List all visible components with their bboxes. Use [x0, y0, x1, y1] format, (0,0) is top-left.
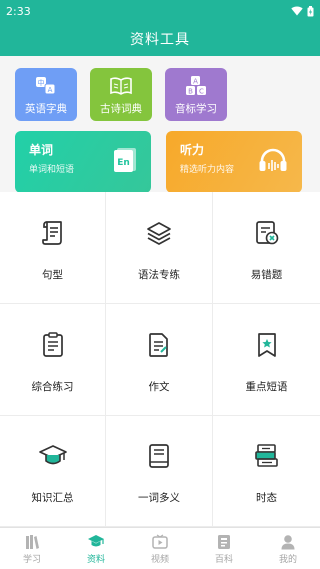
page-title: 资料工具: [130, 32, 190, 48]
shortcut-label: 音标学习: [175, 102, 217, 115]
bottom-nav: 学习 资料 视频 百科 我的: [0, 527, 320, 569]
feature-card-listening[interactable]: 听力 精选听力内容: [166, 131, 302, 193]
feature-card-words[interactable]: 单词 单词和短语 En: [15, 131, 151, 193]
nav-label: 百科: [214, 554, 233, 565]
video-icon: [152, 533, 168, 551]
tool-grid: 句型 语法专练 易错题 综合练习 作文 重点短语 知识汇总 一词多义 时态: [0, 192, 320, 527]
shortcut-row: 中A 英语字典 古诗词典 ABC 音标学习: [15, 68, 306, 121]
grid-item-label: 重点短语: [245, 380, 288, 393]
nav-label: 视频: [150, 554, 169, 565]
grid-item-sentence-patterns[interactable]: 句型: [0, 192, 106, 304]
svg-text:A: A: [193, 77, 198, 85]
encyclopedia-icon: [216, 533, 232, 551]
abc-blocks-icon: ABC: [185, 74, 207, 98]
error-doc-icon: [254, 218, 280, 248]
nav-item-profile[interactable]: 我的: [256, 528, 320, 569]
nav-item-encyclopedia[interactable]: 百科: [192, 528, 256, 569]
book-stack-icon: [254, 441, 280, 471]
status-bar: 2:33: [0, 0, 320, 22]
translate-icon: 中A: [35, 74, 57, 98]
graduation-cap-icon: [87, 533, 105, 551]
grid-item-label: 一词多义: [138, 492, 180, 504]
grid-item-label: 时态: [256, 492, 277, 504]
svg-text:C: C: [199, 87, 204, 95]
grid-item-knowledge-summary[interactable]: 知识汇总: [0, 416, 106, 527]
grid-item-label: 易错题: [250, 268, 283, 281]
grid-item-label: 句型: [42, 268, 63, 281]
grid-item-label: 综合练习: [31, 380, 74, 393]
document-icon: [147, 330, 171, 360]
layers-icon: [146, 218, 172, 248]
feature-row: 单词 单词和短语 En 听力 精选听力内容: [15, 131, 306, 193]
grid-item-key-phrases[interactable]: 重点短语: [213, 304, 320, 416]
app-bar: 资料工具: [0, 22, 320, 56]
grid-item-composition[interactable]: 作文: [106, 304, 213, 416]
grid-item-label: 知识汇总: [31, 492, 74, 504]
svg-text:中: 中: [38, 78, 45, 87]
svg-text:A: A: [48, 86, 53, 94]
shortcut-english-dictionary[interactable]: 中A 英语字典: [15, 68, 77, 121]
headphones-icon: [258, 147, 288, 177]
graduation-cap-icon: [38, 441, 68, 471]
grid-item-practice[interactable]: 综合练习: [0, 304, 106, 416]
grid-item-polysemy[interactable]: 一词多义: [106, 416, 213, 527]
nav-item-study[interactable]: 学习: [0, 528, 64, 569]
bookmark-star-icon: [256, 330, 278, 360]
svg-text:En: En: [117, 158, 130, 168]
nav-item-materials[interactable]: 资料: [64, 528, 128, 569]
battery-icon: [307, 5, 314, 16]
nav-label: 学习: [22, 554, 41, 565]
grid-item-label: 语法专练: [138, 268, 180, 281]
books-icon: [24, 533, 40, 551]
grid-item-tenses[interactable]: 时态: [213, 416, 320, 527]
status-time: 2:33: [6, 4, 31, 18]
nav-label: 我的: [278, 554, 297, 565]
shortcut-label: 英语字典: [25, 102, 67, 115]
book-open-icon: [109, 74, 133, 98]
clipboard-icon: [41, 330, 65, 360]
scroll-icon: [41, 218, 65, 248]
grid-item-grammar[interactable]: 语法专练: [106, 192, 213, 304]
shortcut-label: 古诗词典: [100, 102, 142, 115]
book-icon: [147, 441, 171, 471]
svg-text:B: B: [188, 87, 193, 95]
grid-item-label: 作文: [148, 380, 170, 393]
grid-item-error-prone[interactable]: 易错题: [213, 192, 320, 304]
nav-label: 资料: [86, 554, 105, 565]
nav-item-video[interactable]: 视频: [128, 528, 192, 569]
wifi-icon: [291, 6, 303, 16]
status-icons: [291, 5, 314, 17]
shortcut-poetry-dictionary[interactable]: 古诗词典: [90, 68, 152, 121]
person-icon: [280, 533, 296, 551]
en-book-icon: En: [113, 147, 137, 177]
shortcut-phonetics[interactable]: ABC 音标学习: [165, 68, 227, 121]
